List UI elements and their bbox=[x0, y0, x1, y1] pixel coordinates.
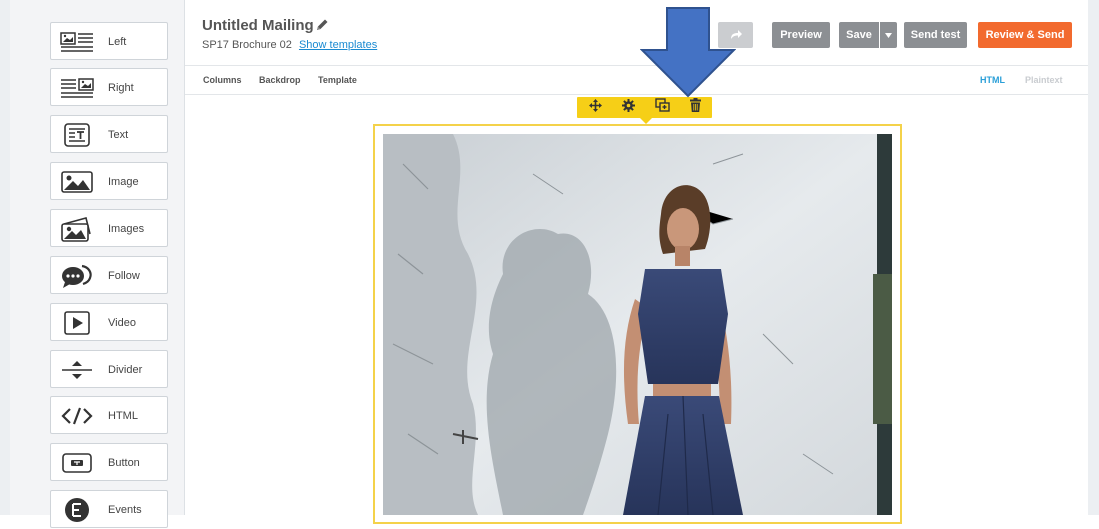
block-text[interactable]: Text bbox=[50, 115, 168, 153]
tab-backdrop[interactable]: Backdrop bbox=[259, 66, 301, 94]
fashion-photo-image[interactable] bbox=[383, 134, 892, 515]
block-follow[interactable]: Follow bbox=[50, 256, 168, 294]
block-events-label: Events bbox=[108, 504, 142, 516]
block-button[interactable]: Button bbox=[50, 443, 168, 481]
move-arrows-icon bbox=[588, 98, 602, 117]
block-button-label: Button bbox=[108, 457, 140, 469]
tab-html[interactable]: HTML bbox=[980, 66, 1005, 94]
block-follow-label: Follow bbox=[108, 270, 140, 282]
preview-button[interactable]: Preview bbox=[772, 22, 830, 48]
block-html-label: HTML bbox=[108, 410, 138, 422]
block-left-label: Left bbox=[108, 36, 127, 48]
window-frame-right bbox=[1088, 0, 1099, 515]
tab-columns[interactable]: Columns bbox=[203, 66, 242, 94]
block-image-label: Image bbox=[108, 176, 139, 188]
layout-left-icon bbox=[60, 29, 94, 55]
block-divider-label: Divider bbox=[108, 364, 143, 376]
window-frame-left bbox=[0, 0, 10, 515]
block-video[interactable]: Video bbox=[50, 303, 168, 341]
save-dropdown-button[interactable] bbox=[880, 22, 897, 48]
edit-pencil-icon[interactable] bbox=[316, 18, 329, 36]
block-text-label: Text bbox=[108, 129, 129, 141]
text-block-icon bbox=[60, 122, 94, 148]
editor-toolbar: Columns Backdrop Template HTML Plaintext bbox=[185, 66, 1088, 95]
annotation-arrow bbox=[639, 6, 737, 103]
send-test-button[interactable]: Send test bbox=[904, 22, 967, 48]
block-left[interactable]: Left bbox=[50, 22, 168, 60]
save-button[interactable]: Save bbox=[839, 22, 879, 48]
follow-chat-icon bbox=[60, 263, 94, 289]
button-icon bbox=[60, 450, 94, 476]
layout-right-icon bbox=[60, 75, 94, 101]
move-handle[interactable] bbox=[580, 97, 610, 118]
divider-icon bbox=[60, 357, 94, 383]
mailing-title[interactable]: Untitled Mailing bbox=[202, 17, 314, 34]
block-right[interactable]: Right bbox=[50, 68, 168, 106]
block-images-label: Images bbox=[108, 223, 145, 235]
block-events[interactable]: Events bbox=[50, 490, 168, 528]
block-images[interactable]: Images bbox=[50, 209, 168, 247]
editor-header: Untitled Mailing SP17 Brochure 02 Show t… bbox=[185, 0, 1088, 66]
images-icon bbox=[60, 216, 94, 242]
image-icon bbox=[60, 169, 94, 195]
block-image[interactable]: Image bbox=[50, 162, 168, 200]
tab-plaintext[interactable]: Plaintext bbox=[1025, 66, 1063, 94]
video-play-icon bbox=[60, 310, 94, 336]
gear-icon bbox=[621, 98, 635, 117]
mailing-subtitle: SP17 Brochure 02 Show templates bbox=[202, 39, 377, 51]
review-send-button[interactable]: Review & Send bbox=[978, 22, 1072, 48]
caret-down-icon bbox=[885, 29, 892, 41]
events-icon bbox=[60, 497, 94, 523]
content-blocks-sidebar: Left Right Text Image Images Follow Vide… bbox=[10, 0, 185, 528]
block-html[interactable]: HTML bbox=[50, 396, 168, 434]
block-divider[interactable]: Divider bbox=[50, 350, 168, 388]
block-right-label: Right bbox=[108, 82, 134, 94]
block-video-label: Video bbox=[108, 317, 136, 329]
tab-template[interactable]: Template bbox=[318, 66, 357, 94]
template-name: SP17 Brochure 02 bbox=[202, 39, 292, 51]
block-settings-button[interactable] bbox=[613, 97, 643, 118]
code-icon bbox=[60, 403, 94, 429]
show-templates-link[interactable]: Show templates bbox=[299, 39, 377, 51]
